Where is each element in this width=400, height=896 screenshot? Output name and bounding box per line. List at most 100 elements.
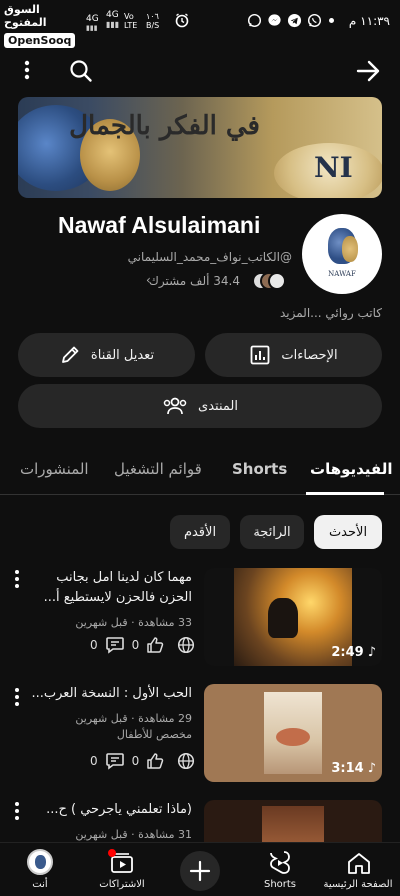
video-thumbnail[interactable]: 2:49 ♪ [204, 568, 382, 666]
thumbs-up-icon[interactable] [146, 636, 164, 654]
channel-avatar[interactable]: NAWAF [302, 214, 382, 294]
video-duration: 3:14 ♪ [331, 761, 376, 776]
network-type-1: 4G [86, 14, 99, 24]
bottom-navigation: أنت الاشتراكات Shorts الصفحة الرئيسية [0, 842, 400, 896]
clock: ١١:٣٩ م [348, 14, 390, 28]
video-duration: 2:49 ♪ [331, 645, 376, 660]
made-for-kids-label: مخصص للأطفال [116, 728, 192, 741]
messenger-icon [267, 13, 282, 28]
channel-description[interactable]: كاتب روائي ...المزيد [280, 306, 382, 320]
nav-subscriptions[interactable]: الاشتراكات [84, 849, 160, 893]
people-icon [162, 395, 188, 417]
comments-count: 0 [90, 754, 98, 768]
comment-icon[interactable] [105, 636, 125, 654]
home-icon [346, 851, 372, 875]
notification-badge-icon [108, 849, 116, 857]
video-actions: 0 0 [90, 636, 195, 654]
community-button[interactable]: المنتدى [18, 384, 382, 428]
thumbnail-image [262, 806, 324, 842]
nav-subscriptions-label: الاشتراكات [99, 879, 145, 890]
video-thumbnail[interactable] [204, 800, 382, 842]
video-meta: 29 مشاهدة · قبل شهرين [75, 712, 192, 725]
thumbs-up-icon[interactable] [146, 752, 164, 770]
chip-popular[interactable]: الرائجة [240, 515, 304, 549]
banner-text: في الفكر بالجمال [69, 111, 260, 141]
video-title-line2: الحزن فالحزن لايستطيع أ... [43, 590, 192, 605]
thumbnail-art-icon [276, 728, 310, 746]
volte-indicator: Vo LTE [124, 12, 138, 30]
network-speed: ١٠٦ B/S [146, 12, 160, 30]
tab-indicator [306, 492, 384, 495]
video-title-line1: مهما كان لدينا امل بجانب [56, 570, 192, 585]
back-arrow-icon[interactable] [354, 58, 382, 84]
notification-dot-icon [329, 18, 334, 23]
nav-home[interactable]: الصفحة الرئيسية [316, 849, 400, 893]
nav-you-label: أنت [32, 879, 48, 890]
video-meta: 33 مشاهدة · قبل شهرين [75, 616, 192, 629]
edit-channel-label: تعديل القناة [90, 347, 155, 363]
video-item[interactable]: (ماذا تعلمني ياجرحي ) ح... 31 مشاهدة · ق… [0, 798, 400, 842]
analytics-button[interactable]: الإحصاءات [205, 333, 382, 377]
globe-icon [177, 636, 195, 654]
video-title: (ماذا تعلمني ياجرحي ) ح... [46, 802, 192, 817]
profile-avatar-icon [27, 849, 53, 875]
create-button[interactable] [180, 851, 220, 891]
nav-you[interactable]: أنت [10, 849, 70, 893]
comment-icon[interactable] [105, 752, 125, 770]
channel-name: Nawaf Alsulaimani [58, 212, 261, 238]
subscriber-count[interactable]: 34.4 ألف مشترك [149, 274, 240, 288]
network-type-2: 4G [106, 10, 119, 20]
likes-count: 0 [131, 754, 140, 768]
tab-playlists[interactable]: قوائم التشغيل [114, 460, 202, 478]
duration-text: 3:14 [331, 761, 364, 776]
video-meta: 31 مشاهدة · قبل شهرين [75, 828, 192, 841]
nav-home-label: الصفحة الرئيسية [323, 879, 393, 890]
chevron-left-icon[interactable]: ‹ [146, 273, 151, 287]
video-actions: 0 0 [90, 752, 195, 770]
channel-banner: في الفكر بالجمال NI [18, 97, 382, 198]
channel-handle: @الكاتب_نواف_محمد_السليماني [127, 250, 292, 264]
analytics-icon [249, 344, 271, 366]
analytics-label: الإحصاءات [281, 347, 338, 363]
whatsapp-icon [307, 13, 322, 28]
subscriber-avatars [252, 272, 286, 292]
video-item[interactable]: 2:49 ♪ مهما كان لدينا امل بجانب الحزن فا… [0, 566, 400, 670]
watermark-arabic: السوق المفتوح [4, 3, 47, 29]
video-item[interactable]: 3:14 ♪ الحب الأول : النسخة العرب... 29 م… [0, 684, 400, 788]
telegram-icon [287, 13, 302, 28]
avatar-caption-icon: NAWAF [328, 270, 356, 278]
video-title: مهما كان لدينا امل بجانب الحزن فالحزن لا… [22, 568, 192, 608]
likes-count: 0 [131, 638, 140, 652]
community-label: المنتدى [198, 398, 238, 414]
thumbnail-figure-icon [268, 598, 298, 638]
chip-oldest[interactable]: الأقدم [170, 515, 230, 549]
tab-shorts[interactable]: Shorts [232, 460, 287, 478]
video-thumbnail[interactable]: 3:14 ♪ [204, 684, 382, 782]
tab-videos[interactable]: الفيديوهات [310, 460, 393, 478]
duration-text: 2:49 [331, 645, 364, 660]
signal-icon: ▮▮▮ [86, 24, 98, 32]
comments-count: 0 [90, 638, 98, 652]
music-note-icon: ♪ [367, 761, 376, 776]
whatsapp-icon-2 [247, 13, 262, 28]
avatar-brain-gold-icon [342, 236, 358, 262]
signal-icon-2: ▮▮▮ [106, 20, 120, 29]
watermark-english: OpenSooq [4, 33, 76, 48]
pencil-icon [59, 344, 81, 366]
nav-shorts[interactable]: Shorts [250, 849, 310, 893]
tab-posts[interactable]: المنشورات [20, 460, 89, 478]
banner-monogram-icon: NI [314, 151, 353, 184]
search-icon[interactable] [68, 58, 94, 84]
shorts-icon [268, 849, 292, 877]
video-title: الحب الأول : النسخة العرب... [31, 686, 193, 701]
more-options-icon[interactable] [18, 58, 36, 82]
plus-icon [188, 859, 212, 883]
status-bar: السوق المفتوح OpenSooq 4G ▮▮▮ 4G ▮▮▮ Vo … [0, 0, 400, 48]
alarm-icon [174, 12, 190, 28]
chip-latest[interactable]: الأحدث [314, 515, 382, 549]
edit-channel-button[interactable]: تعديل القناة [18, 333, 195, 377]
music-note-icon: ♪ [367, 645, 376, 660]
opensooq-watermark: السوق المفتوح OpenSooq [4, 3, 80, 48]
nav-shorts-label: Shorts [263, 879, 297, 890]
globe-icon [177, 752, 195, 770]
